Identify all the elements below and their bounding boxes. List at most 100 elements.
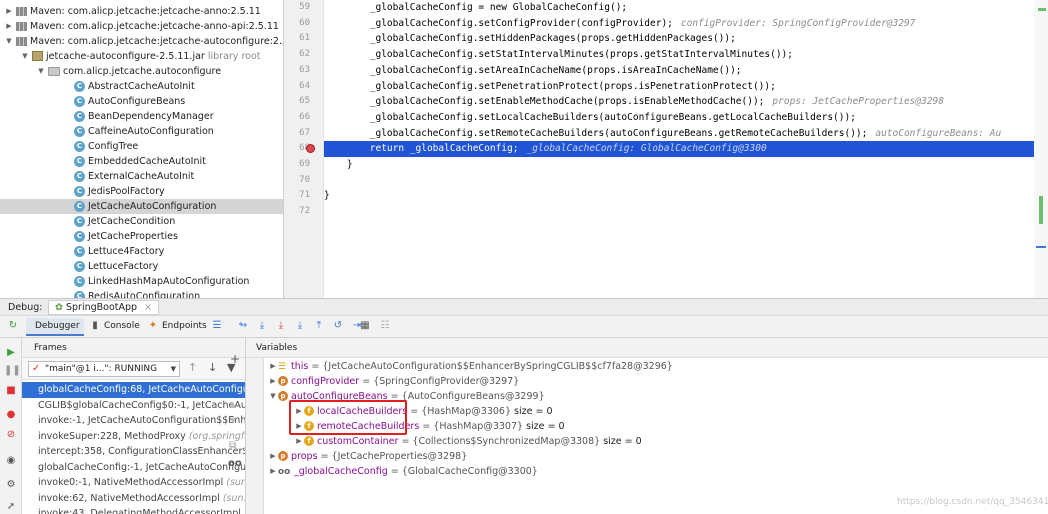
scroll-down-icon[interactable]: ▼ [230, 416, 236, 425]
watch-glasses-icon[interactable]: oo [228, 458, 242, 469]
copy-icon[interactable]: ⧉ [229, 440, 236, 451]
chevron-down-icon[interactable]: ▼ [20, 49, 30, 64]
code-editor[interactable]: 59 60 61 62 63 64 65 66 67 68 69 70 71 72 _globalCach… [284, 0, 1048, 298]
variable-row[interactable]: ▶ p configProvider = {SpringConfigProvider… [268, 374, 519, 389]
editor-gutter[interactable]: 59 60 61 62 63 64 65 66 67 68 69 70 71 72 [284, 0, 324, 298]
code-text: _globalCacheConfig = new GlobalCacheConf… [324, 2, 628, 13]
frame-item[interactable]: invoke0:-1, NativeMethodAccessorImpl (su… [22, 475, 245, 491]
frame-item[interactable]: intercept:358, ConfigurationClassEnhance… [22, 444, 245, 460]
pin-icon[interactable]: ➚ [4, 500, 18, 514]
rerun-icon[interactable]: ↻ [6, 319, 20, 333]
editor-scrollbar[interactable] [1034, 0, 1048, 298]
code-line[interactable]: _globalCacheConfig.setAreaInCacheName(pr… [324, 63, 1042, 79]
tab-debugger[interactable]: Debugger [26, 318, 84, 336]
mute-breakpoints-icon[interactable]: ⊘ [4, 428, 18, 442]
frame-item[interactable]: CGLIB$globalCacheConfig$0:-1, JetCacheAu… [22, 398, 245, 414]
frame-item[interactable]: invoke:43, DelegatingMethodAccessorImpl [22, 506, 245, 514]
tree-class-item[interactable]: C CaffeineAutoConfiguration [74, 124, 214, 139]
tree-class-item[interactable]: C BeanDependencyManager [74, 109, 214, 124]
chevron-down-icon[interactable]: ▼ [268, 389, 278, 404]
menu-icon[interactable]: ☰ [210, 319, 224, 333]
tree-row-maven-autoconfigure[interactable]: ▼ Maven: com.alicp.jetcache:jetcache-auto… [4, 34, 283, 49]
run-config-tab[interactable]: ✿ SpringBootApp × [48, 300, 160, 315]
code-line[interactable]: _globalCacheConfig.setRemoteCacheBuilder… [324, 126, 1042, 142]
project-tree[interactable]: ▶ Maven: com.alicp.jetcache:jetcache-anno… [0, 0, 284, 298]
chevron-right-icon[interactable]: ▶ [268, 374, 278, 389]
scroll-up-icon[interactable]: ▲ [230, 400, 236, 409]
tree-class-item[interactable]: C Lettuce4Factory [74, 244, 164, 259]
chevron-down-icon[interactable]: ▼ [4, 34, 14, 49]
tree-row-maven-anno[interactable]: ▶ Maven: com.alicp.jetcache:jetcache-anno… [4, 4, 261, 19]
code-line[interactable]: _globalCacheConfig.setConfigProvider(con… [324, 16, 1042, 32]
chevron-right-icon[interactable]: ▶ [4, 4, 14, 19]
line-number: 60 [299, 17, 310, 28]
frame-item[interactable]: globalCacheConfig:-1, JetCacheAutoConfig… [22, 460, 245, 476]
code-line[interactable]: _globalCacheConfig.setHiddenPackages(pro… [324, 31, 1042, 47]
add-icon[interactable]: + [230, 352, 240, 366]
close-icon[interactable]: × [144, 302, 152, 313]
chevron-right-icon[interactable]: ▶ [4, 19, 14, 34]
line-number: 69 [299, 159, 310, 169]
tree-class-item[interactable]: C JetCacheCondition [74, 214, 175, 229]
tab-console[interactable]: Console [104, 321, 140, 331]
code-line[interactable]: } [324, 188, 1042, 204]
settings-icon[interactable]: ⚙ [4, 478, 18, 492]
tree-class-item[interactable]: C ExternalCacheAutoInit [74, 169, 194, 184]
evaluate-icon[interactable]: ▦ [358, 319, 372, 333]
code-text: _globalCacheConfig.setPenetrationProtect… [324, 80, 776, 92]
tree-class-item[interactable]: C LinkedHashMapAutoConfiguration [74, 274, 249, 289]
thread-dropdown[interactable]: ✓ "main"@1 i...": RUNNING ▼ [28, 361, 180, 377]
breakpoint-icon[interactable] [306, 144, 315, 154]
frame-item[interactable]: invoke:62, NativeMethodAccessorImpl (sun… [22, 491, 245, 507]
step-over-icon[interactable]: ⤓ [255, 319, 269, 333]
tree-row-package[interactable]: ▼ com.alicp.jetcache.autoconfigure [36, 64, 221, 79]
step-out-icon[interactable]: ⤒ [312, 319, 326, 333]
stop-icon[interactable]: ■ [4, 384, 18, 398]
tree-class-item[interactable]: C JetCacheAutoConfiguration [0, 199, 283, 214]
variable-row[interactable]: ▶ p props = {JetCacheProperties@3298} [268, 449, 467, 464]
tree-class-item[interactable]: C ConfigTree [74, 139, 138, 154]
tree-row-maven-anno-api[interactable]: ▶ Maven: com.alicp.jetcache:jetcache-anno… [4, 19, 279, 34]
tree-class-item[interactable]: C JetCacheProperties [74, 229, 178, 244]
step-into-icon[interactable]: ⤓ [274, 319, 288, 333]
chevron-right-icon[interactable]: ▶ [294, 434, 304, 449]
trace-icon[interactable]: ☷ [378, 319, 392, 333]
tree-class-item[interactable]: C EmbeddedCacheAutoInit [74, 154, 206, 169]
tree-row-jar[interactable]: ▼ jetcache-autoconfigure-2.5.11.jar libra… [20, 49, 261, 64]
code-line[interactable]: _globalCacheConfig.setStatIntervalMinute… [324, 47, 1042, 63]
library-icon [16, 37, 27, 46]
frame-item[interactable]: invokeSuper:228, MethodProxy (org.spring… [22, 429, 245, 445]
frame-item[interactable]: globalCacheConfig:68, JetCacheAutoConfig… [22, 382, 245, 398]
frame-item[interactable]: invoke:-1, JetCacheAutoConfiguration$$En… [22, 413, 245, 429]
tree-class-item[interactable]: C LettuceFactory [74, 259, 158, 274]
drop-frame-icon[interactable]: ↺ [331, 319, 345, 333]
arrow-up-icon[interactable]: ↑ [188, 361, 197, 374]
code-line[interactable] [324, 173, 1042, 189]
view-breakpoints-icon[interactable]: ● [4, 408, 18, 422]
force-step-into-icon[interactable]: ⤓ [293, 319, 307, 333]
variable-row[interactable]: ▶ ☰ this = {JetCacheAutoConfiguration$$Enh… [268, 359, 673, 374]
resume-icon[interactable]: ▶ [4, 346, 18, 360]
code-line[interactable] [324, 204, 1042, 220]
chevron-right-icon[interactable]: ▶ [268, 464, 278, 479]
chevron-right-icon[interactable]: ▶ [268, 359, 278, 374]
variable-row[interactable]: ▶ f customContainer = {Collections$Synchro… [294, 434, 642, 449]
arrow-down-icon[interactable]: ↓ [208, 361, 217, 374]
code-line[interactable]: _globalCacheConfig.setPenetrationProtect… [324, 79, 1042, 95]
code-line[interactable]: return _globalCacheConfig; _globalCacheCo… [324, 141, 1042, 157]
chevron-down-icon[interactable]: ▼ [36, 64, 46, 79]
tree-class-item[interactable]: C JedisPoolFactory [74, 184, 165, 199]
tree-class-item[interactable]: C AbstractCacheAutoInit [74, 79, 195, 94]
camera-icon[interactable]: ◉ [4, 454, 18, 468]
code-line[interactable]: _globalCacheConfig.setEnableMethodCache(… [324, 94, 1042, 110]
variable-row[interactable]: ▶ oo _globalCacheConfig = {GlobalCacheConf… [268, 464, 538, 479]
code-line[interactable]: _globalCacheConfig.setLocalCacheBuilders… [324, 110, 1042, 126]
tab-endpoints[interactable]: Endpoints [162, 321, 207, 331]
pause-icon[interactable]: ❚❚ [4, 364, 21, 378]
code-line[interactable]: _globalCacheConfig = new GlobalCacheConf… [324, 0, 1042, 16]
code-line[interactable]: } [324, 157, 1042, 173]
show-execution-point-icon[interactable]: ↬ [236, 319, 250, 333]
tree-class-item[interactable]: C AutoConfigureBeans [74, 94, 185, 109]
tree-class-item[interactable]: C RedisAutoConfiguration [74, 289, 200, 298]
chevron-right-icon[interactable]: ▶ [268, 449, 278, 464]
